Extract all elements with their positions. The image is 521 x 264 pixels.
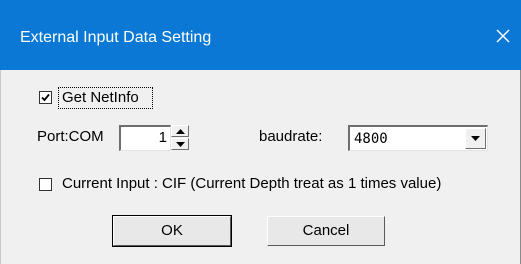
title-bar[interactable]: External Input Data Setting xyxy=(0,0,521,70)
baudrate-value: 4800 xyxy=(354,131,388,147)
dropdown-button[interactable] xyxy=(465,128,486,149)
spin-up-button[interactable] xyxy=(171,125,189,137)
get-netinfo-label[interactable]: Get NetInfo xyxy=(62,89,139,107)
dialog-title: External Input Data Setting xyxy=(20,29,212,46)
dropdown-arrow-icon xyxy=(471,136,480,141)
ok-button[interactable]: OK xyxy=(112,215,232,247)
chevron-up-icon xyxy=(176,129,185,134)
checkmark-icon xyxy=(41,93,50,102)
port-com-spinner xyxy=(171,125,189,151)
cancel-button[interactable]: Cancel xyxy=(267,216,385,246)
get-netinfo-checkbox[interactable] xyxy=(39,91,52,104)
baudrate-select[interactable]: 4800 xyxy=(348,125,488,151)
close-icon xyxy=(485,29,521,58)
current-input-checkbox[interactable] xyxy=(39,178,52,191)
current-input-label[interactable]: Current Input : CIF (Current Depth treat… xyxy=(62,175,441,193)
chevron-down-icon xyxy=(176,142,185,147)
dialog-content: Get NetInfo Port:COM 1 baudrate: 4800 Cu… xyxy=(0,70,520,264)
external-input-dialog: External Input Data Setting Get NetInfo … xyxy=(0,0,521,264)
close-button[interactable] xyxy=(485,18,521,54)
spin-down-button[interactable] xyxy=(171,138,189,150)
baudrate-label: baudrate: xyxy=(259,128,323,145)
port-com-label: Port:COM xyxy=(37,128,104,145)
port-com-input[interactable]: 1 xyxy=(119,125,171,151)
